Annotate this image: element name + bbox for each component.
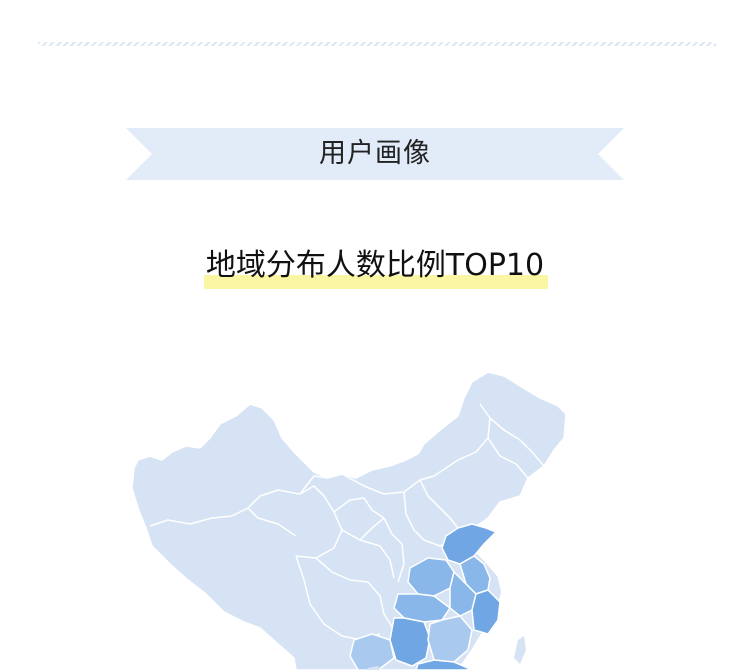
section-title: 用户画像 (319, 138, 431, 169)
china-map (131, 371, 567, 670)
chart-heading: 地域分布人数比例TOP10 (0, 246, 750, 290)
map-region-taiwan (514, 636, 526, 664)
dashed-divider (38, 42, 716, 46)
chart-title: 地域分布人数比例TOP10 (205, 248, 545, 283)
map-region-hunan (389, 617, 431, 667)
map-region-mainland (131, 371, 567, 670)
section-title-banner: 用户画像 (126, 128, 624, 180)
